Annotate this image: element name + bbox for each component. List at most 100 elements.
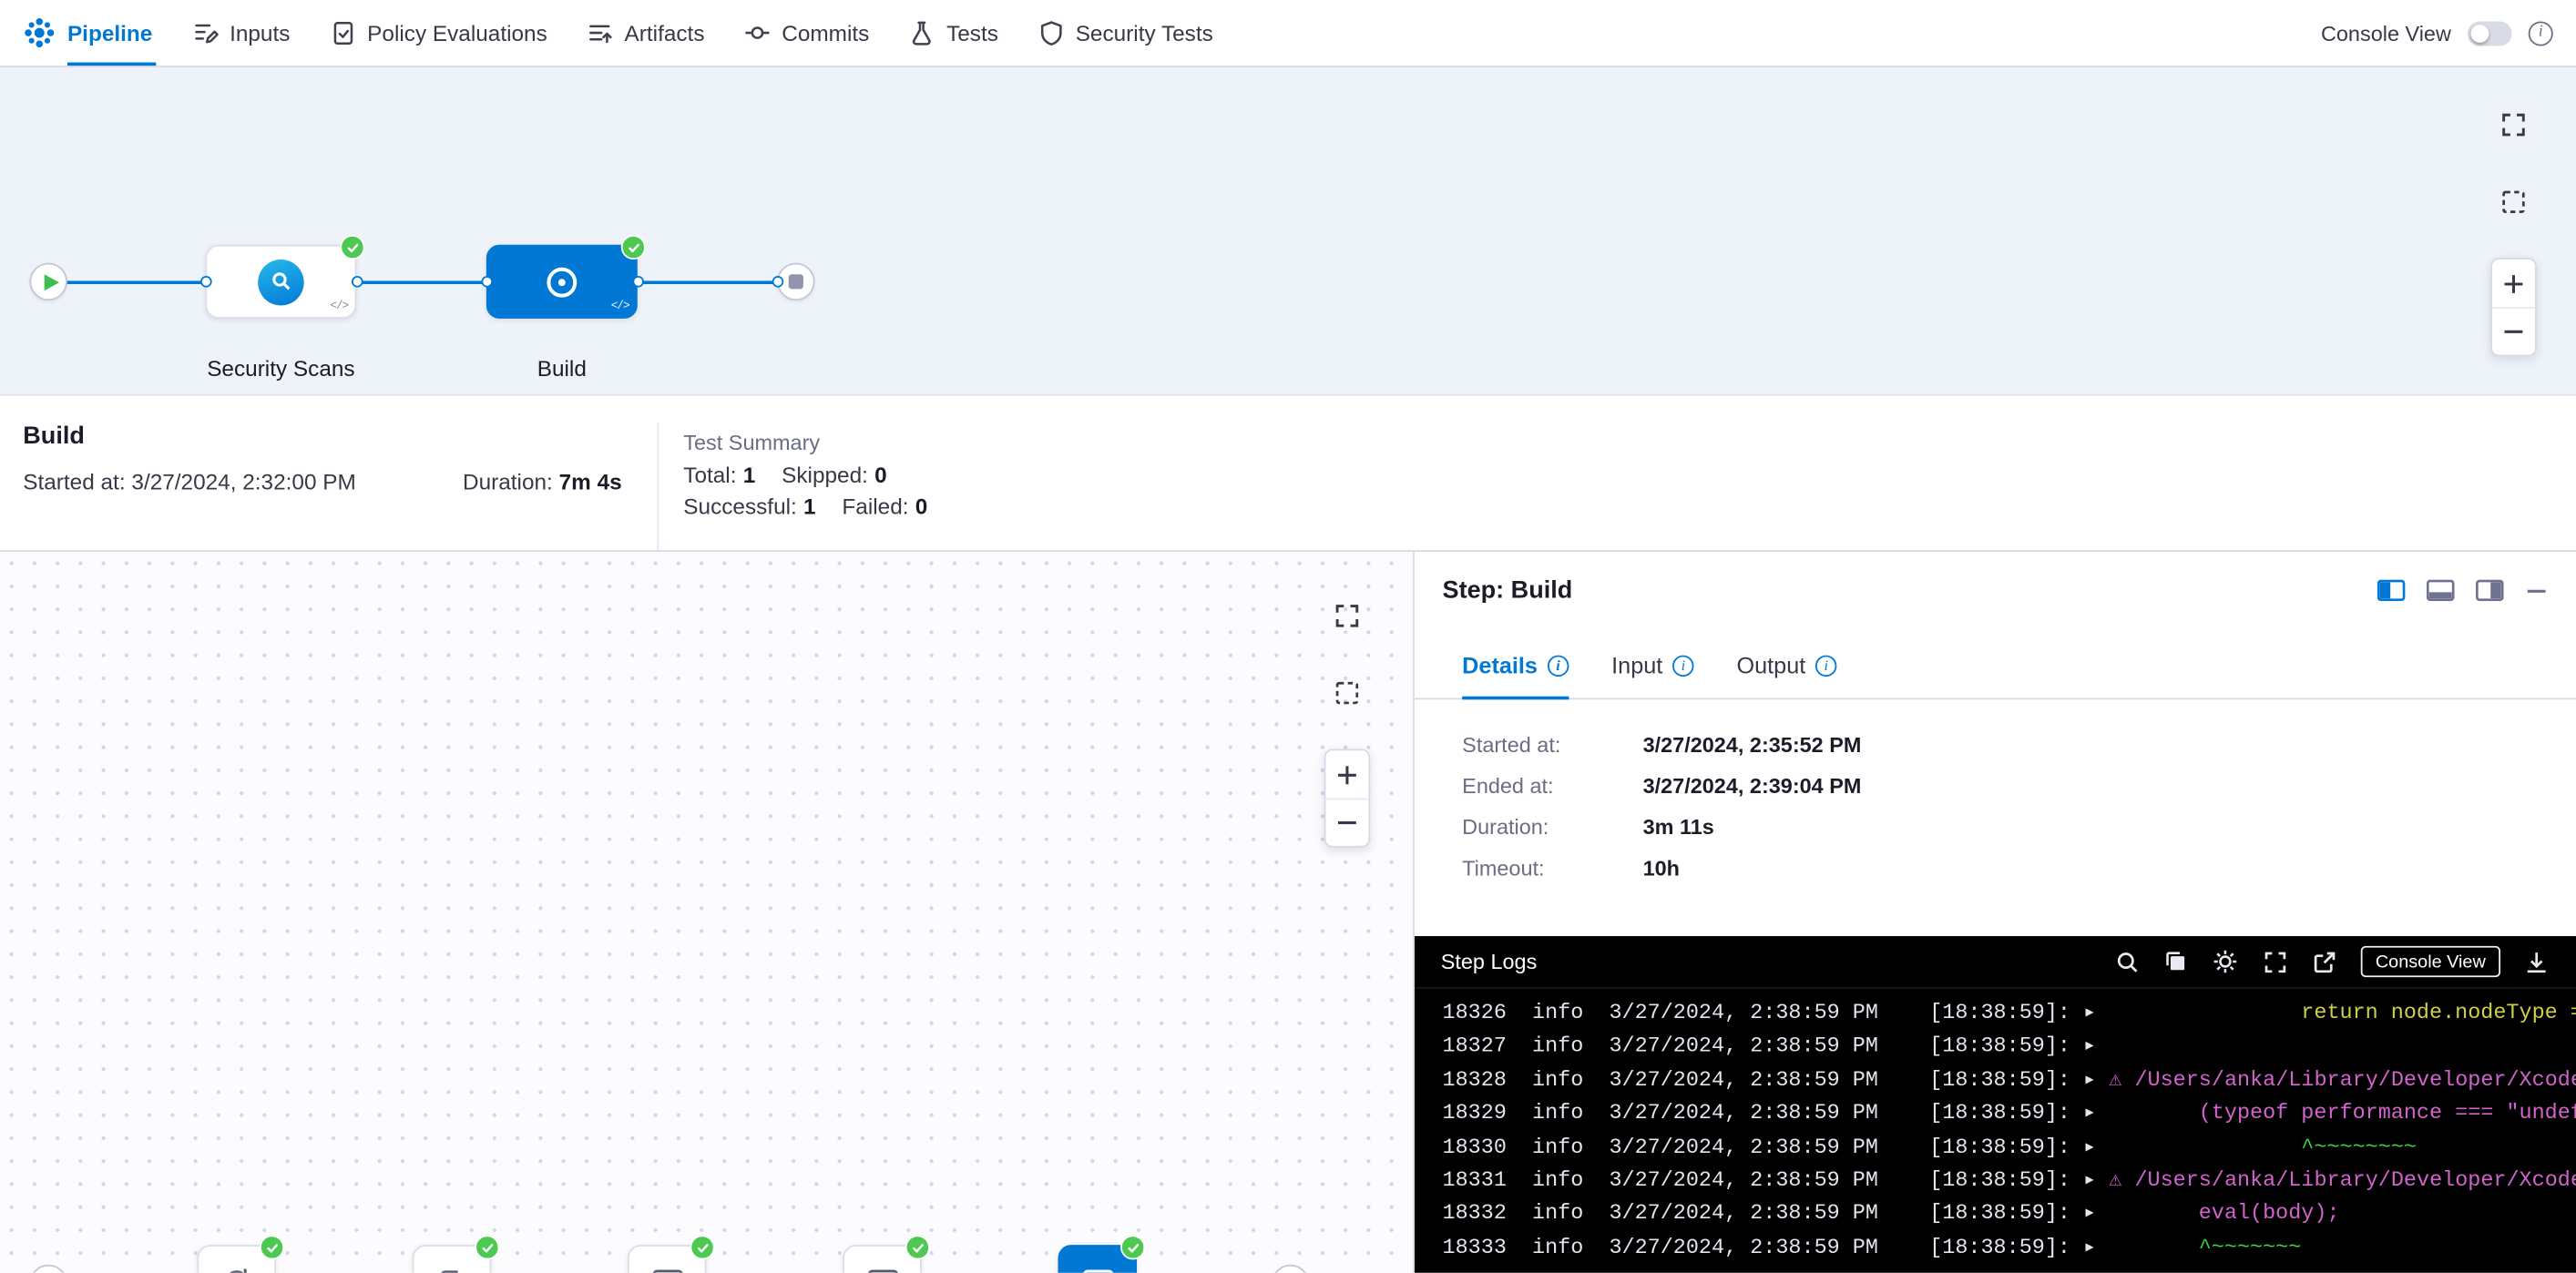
- log-message: (typeof performance === "undefine: [2109, 1101, 2576, 1125]
- nav-tab-policy-evaluations[interactable]: Policy Evaluations: [330, 0, 547, 66]
- success-badge-icon: [475, 1235, 499, 1259]
- zoom-out-button[interactable]: [1325, 799, 1368, 846]
- nav-tab-artifacts[interactable]: Artifacts: [587, 0, 704, 66]
- test-summary-title: Test Summary: [683, 431, 954, 455]
- test-stat: Total:1: [683, 463, 755, 488]
- log-line: 18328 info 3/27/2024, 2:38:59 PM [18:38:…: [1443, 1064, 2576, 1097]
- stage-pipeline-canvas: </> Security Scans </> Build: [0, 67, 2576, 396]
- step-tabs: DetailsiInputiOutputi: [1415, 627, 2576, 699]
- layout-right-icon[interactable]: [2476, 579, 2504, 600]
- fullscreen-logs-icon[interactable]: [2262, 949, 2288, 975]
- nav-tab-tests[interactable]: Tests: [909, 0, 998, 66]
- success-badge-icon: [690, 1235, 714, 1259]
- info-icon[interactable]: i: [1672, 655, 1693, 676]
- info-icon[interactable]: i: [2529, 21, 2553, 46]
- step-logs-toolbar: Console View: [2114, 946, 2550, 977]
- tab-label: Input: [1611, 652, 1662, 678]
- nav-tab-label: Artifacts: [625, 21, 705, 46]
- success-badge-icon: [1120, 1235, 1145, 1259]
- copy-logs-icon[interactable]: [2163, 949, 2188, 973]
- build-summary-bar: Build Started at: 3/27/2024, 2:32:00 PM …: [0, 396, 2576, 552]
- stage-node-label: Build: [447, 356, 677, 381]
- connector-dot: [772, 275, 783, 287]
- expand-canvas-icon[interactable]: [1325, 595, 1368, 637]
- nav-tab-label: Security Tests: [1076, 21, 1213, 46]
- tab-input[interactable]: Inputi: [1611, 652, 1693, 698]
- nav-tab-security-tests[interactable]: Security Tests: [1038, 0, 1213, 66]
- started-at-text: Started at: 3/27/2024, 2:32:00 PM: [23, 470, 356, 494]
- step-node-run-npm-tests[interactable]: </>: [628, 1245, 707, 1273]
- connector-dot: [481, 275, 493, 287]
- selection-tool-icon[interactable]: [1325, 672, 1368, 715]
- nav-tab-label: Tests: [946, 21, 998, 46]
- console-view-toggle[interactable]: [2468, 21, 2512, 46]
- tab-details[interactable]: Detailsi: [1462, 652, 1569, 698]
- tests-icon: [909, 20, 935, 46]
- layout-split-left-icon[interactable]: [2377, 579, 2406, 600]
- step-node-initialize[interactable]: </>: [197, 1245, 276, 1273]
- log-message: /Users/anka/Library/Developer/Xcode/De: [2134, 1067, 2576, 1092]
- warning-icon: ⚠: [2109, 1167, 2134, 1192]
- detail-row: Ended at:3/27/2024, 2:39:04 PM: [1462, 773, 2576, 798]
- info-icon[interactable]: i: [1548, 655, 1569, 676]
- step-panel-header: Step: Build: [1415, 552, 2576, 627]
- tab-label: Output: [1736, 652, 1805, 678]
- stage-start-node[interactable]: [29, 1265, 66, 1273]
- expand-canvas-icon[interactable]: [2492, 104, 2535, 147]
- step-logs: Step Logs: [1415, 936, 2576, 1273]
- step-node-clone-codebase[interactable]: </>: [413, 1245, 492, 1273]
- pipeline-end-node[interactable]: [777, 263, 814, 300]
- test-stats-row: Total:1Skipped:0: [683, 463, 954, 488]
- connector-dot: [631, 275, 643, 287]
- info-icon[interactable]: i: [1815, 655, 1836, 676]
- log-settings-gear-icon[interactable]: [2211, 948, 2239, 976]
- step-details-panel: Step: Build DetailsiInputiOut: [1415, 552, 2576, 1273]
- success-badge-icon: [260, 1235, 284, 1259]
- log-message: /Users/anka/Library/Developer/Xcode/De: [2134, 1167, 2576, 1192]
- nav-tab-commits[interactable]: Commits: [744, 0, 870, 66]
- pipeline-start-node[interactable]: [29, 263, 66, 300]
- warning-icon: ⚠: [2109, 1067, 2134, 1092]
- search-icon[interactable]: [2114, 949, 2141, 975]
- detail-value: 3/27/2024, 2:35:52 PM: [1643, 732, 1862, 757]
- test-summary: Test Summary Total:1Skipped:0 Successful…: [657, 423, 954, 551]
- layout-bottom-icon[interactable]: [2427, 579, 2455, 600]
- step-logs-body[interactable]: 18326 info 3/27/2024, 2:38:59 PM [18:38:…: [1415, 989, 2576, 1273]
- code-icon: </>: [611, 300, 629, 313]
- step-node-build[interactable]: </>: [1058, 1245, 1137, 1273]
- detail-row: Duration:3m 11s: [1462, 815, 2576, 840]
- selection-tool-icon[interactable]: [2492, 180, 2535, 223]
- stage-connector-line: [66, 280, 783, 284]
- step-panel-title: Step: Build: [1443, 575, 1573, 604]
- zoom-out-button[interactable]: [2492, 307, 2535, 354]
- tab-output[interactable]: Outputi: [1736, 652, 1836, 698]
- stage-node-security-scans[interactable]: </>: [205, 245, 356, 319]
- inputs-icon: [192, 20, 219, 46]
- download-logs-icon[interactable]: [2523, 949, 2550, 975]
- log-line: 18330 info 3/27/2024, 2:38:59 PM [18:38:…: [1443, 1131, 2576, 1165]
- log-line: 18331 info 3/27/2024, 2:38:59 PM [18:38:…: [1443, 1165, 2576, 1198]
- success-badge-icon: [905, 1235, 930, 1259]
- detail-row: Timeout:10h: [1462, 856, 2576, 881]
- zoom-in-button[interactable]: [1325, 750, 1368, 798]
- play-icon: [44, 273, 58, 290]
- step-node-install-build-dependencies[interactable]: </>: [843, 1245, 922, 1273]
- test-stat: Failed:0: [842, 494, 927, 519]
- artifacts-icon: [587, 20, 613, 46]
- nav-tab-inputs[interactable]: Inputs: [192, 0, 291, 66]
- detail-value: 3/27/2024, 2:39:04 PM: [1643, 773, 1862, 798]
- detail-row: Started at:3/27/2024, 2:35:52 PM: [1462, 732, 2576, 757]
- minimize-icon[interactable]: [2525, 579, 2548, 600]
- detail-label: Started at:: [1462, 732, 1642, 757]
- detail-label: Ended at:: [1462, 773, 1642, 798]
- console-view-button[interactable]: Console View: [2361, 946, 2500, 977]
- log-message: return node.nodeType ===: [2109, 1000, 2576, 1024]
- open-external-icon[interactable]: [2312, 949, 2338, 975]
- log-message: ^~~~~~~~~: [2109, 1135, 2417, 1159]
- stage-node-label: Security Scans: [166, 356, 395, 381]
- stage-end-node[interactable]: [1272, 1265, 1309, 1273]
- stage-node-build[interactable]: </>: [486, 245, 638, 319]
- test-stat: Successful:1: [683, 494, 815, 519]
- zoom-in-button[interactable]: [2492, 260, 2535, 307]
- nav-tab-pipeline[interactable]: Pipeline: [23, 0, 152, 66]
